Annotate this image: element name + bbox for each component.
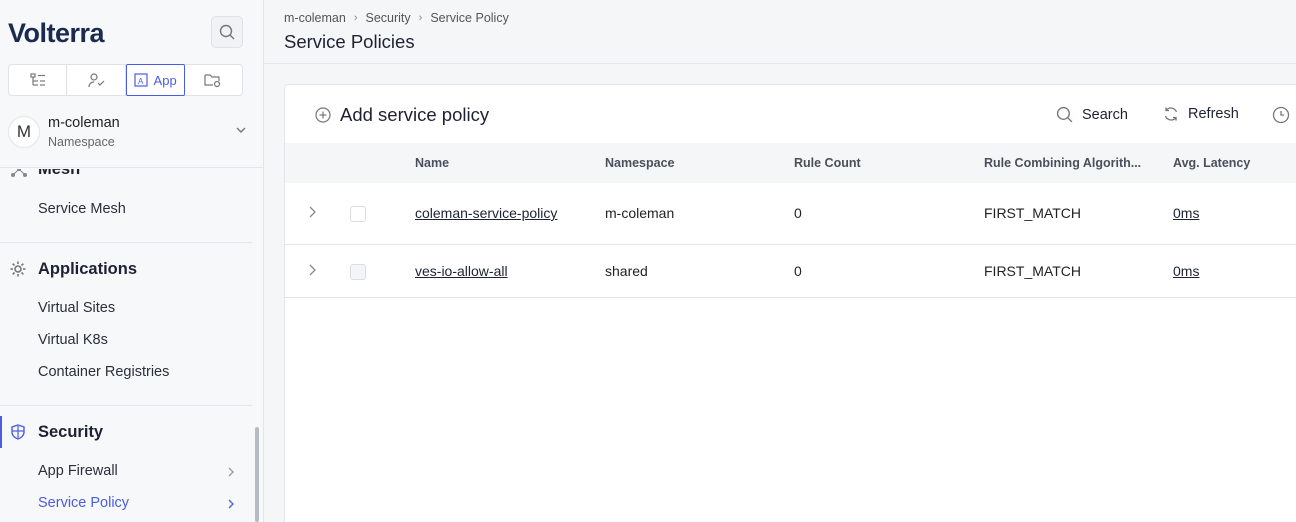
nav-divider: [0, 242, 252, 243]
sidebar-item-virtual-k8s[interactable]: Virtual K8s: [38, 332, 108, 348]
chevron-right-icon[interactable]: [307, 263, 317, 277]
breadcrumb-item[interactable]: Security: [366, 11, 411, 25]
latency-link[interactable]: 0ms: [1173, 205, 1199, 221]
namespace-name: m-coleman: [48, 115, 120, 131]
sidebar-item-service-policy[interactable]: Service Policy: [38, 495, 129, 511]
nav-group-applications[interactable]: Applications: [38, 260, 137, 279]
tab-app[interactable]: A App: [125, 64, 185, 96]
plus-circle-icon: [315, 107, 331, 123]
tree-icon: [30, 73, 45, 86]
refresh-icon: [1164, 107, 1178, 121]
latency-link[interactable]: 0ms: [1173, 263, 1199, 279]
breadcrumb: m-coleman › Security › Service Policy: [284, 11, 509, 25]
users-icon: [88, 73, 105, 88]
sidebar: Volterra A App M m-coleman Namespace Mes…: [0, 0, 264, 522]
chevron-down-icon: [236, 127, 246, 133]
namespace-cell: m-coleman: [605, 205, 675, 221]
avatar: M: [8, 116, 40, 148]
tab-folder-settings[interactable]: [185, 65, 242, 95]
sidebar-item-service-mesh[interactable]: Service Mesh: [38, 201, 126, 217]
tab-tree[interactable]: [9, 65, 68, 95]
breadcrumb-item[interactable]: Service Policy: [430, 11, 509, 25]
column-header-rule-count[interactable]: Rule Count: [794, 156, 861, 170]
namespace-selector[interactable]: M m-coleman Namespace: [0, 104, 263, 168]
sidebar-search-button[interactable]: [211, 16, 243, 48]
algorithm-cell: FIRST_MATCH: [984, 205, 1081, 221]
nav-group-mesh[interactable]: Mesh: [38, 169, 80, 179]
breadcrumb-item[interactable]: m-coleman: [284, 11, 346, 25]
clock-icon: [1272, 106, 1290, 124]
table-row[interactable]: coleman-service-policy m-coleman 0 FIRST…: [285, 183, 1296, 245]
rule-count-cell: 0: [794, 263, 802, 279]
sidebar-nav: Mesh Service Mesh Applications Virtual S…: [0, 169, 252, 522]
add-service-policy-label: Add service policy: [340, 104, 490, 125]
add-service-policy-button[interactable]: Add service policy: [315, 104, 489, 126]
sidebar-item-virtual-sites[interactable]: Virtual Sites: [38, 300, 115, 316]
nav-group-security[interactable]: Security: [38, 423, 103, 442]
chevron-right-icon[interactable]: [307, 205, 317, 219]
policy-name-link[interactable]: coleman-service-policy: [415, 205, 557, 221]
namespace-cell: shared: [605, 263, 648, 279]
nav-divider: [0, 405, 252, 406]
chevron-right-icon: [228, 467, 234, 477]
column-header-namespace[interactable]: Namespace: [605, 156, 675, 170]
refresh-label: Refresh: [1188, 106, 1239, 122]
refresh-button[interactable]: Refresh: [1163, 106, 1239, 122]
column-header-name[interactable]: Name: [415, 156, 449, 170]
search-label: Search: [1082, 106, 1128, 123]
rule-count-cell: 0: [794, 205, 802, 221]
svg-text:A: A: [138, 77, 144, 86]
app-icon: A: [133, 73, 148, 87]
volterra-logo: Volterra: [8, 18, 105, 48]
content-panel: Add service policy Search Refresh Name N…: [284, 84, 1296, 522]
sidebar-item-container-registries[interactable]: Container Registries: [38, 364, 169, 380]
shield-icon: [11, 424, 25, 440]
table-row[interactable]: ves-io-allow-all shared 0 FIRST_MATCH 0m…: [285, 245, 1296, 298]
active-indicator: [0, 416, 2, 448]
search-icon: [1056, 106, 1073, 123]
row-checkbox[interactable]: [350, 264, 366, 280]
table-header: Name Namespace Rule Count Rule Combining…: [285, 143, 1296, 183]
chevron-right-icon: [228, 499, 234, 509]
row-checkbox[interactable]: [350, 206, 366, 222]
gear-icon: [10, 261, 26, 277]
page-header: m-coleman › Security › Service Policy Se…: [264, 0, 1296, 64]
chevron-right-icon: ›: [353, 12, 358, 24]
folder-settings-icon: [204, 74, 221, 88]
search-button[interactable]: Search: [1056, 106, 1128, 123]
tab-app-label: App: [153, 72, 177, 88]
sidebar-scrollbar[interactable]: [255, 427, 259, 522]
policy-name-link[interactable]: ves-io-allow-all: [415, 263, 508, 279]
column-header-avg-latency[interactable]: Avg. Latency: [1173, 156, 1250, 170]
column-header-rule-combining-algorithm[interactable]: Rule Combining Algorith...: [984, 156, 1141, 170]
page-title: Service Policies: [284, 31, 415, 52]
search-icon: [219, 24, 235, 40]
namespace-label: Namespace: [48, 135, 115, 149]
mesh-icon: [11, 169, 27, 177]
chevron-right-icon: ›: [418, 12, 423, 24]
time-range-button[interactable]: [1272, 106, 1290, 124]
algorithm-cell: FIRST_MATCH: [984, 263, 1081, 279]
tab-users[interactable]: [67, 65, 126, 95]
workspace-tabs: A App: [8, 64, 243, 96]
sidebar-item-app-firewall[interactable]: App Firewall: [38, 463, 118, 479]
